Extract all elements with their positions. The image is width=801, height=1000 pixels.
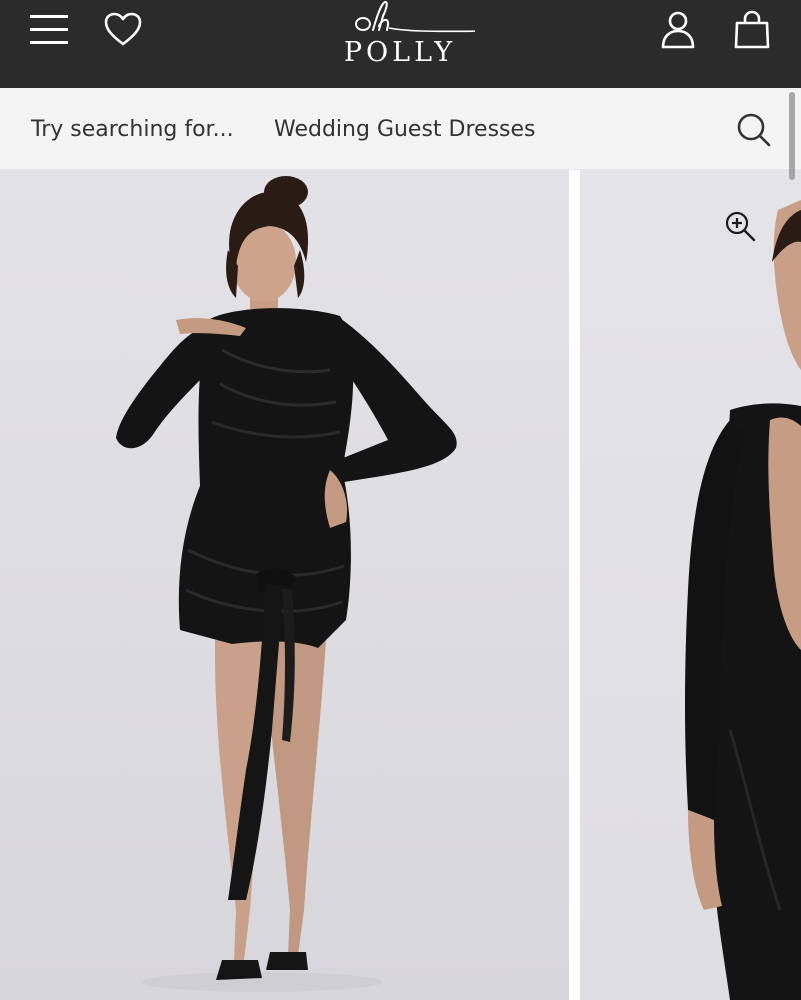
hamburger-menu-icon[interactable] [28,12,70,48]
search-suggestion[interactable]: Wedding Guest Dresses [274,117,536,142]
product-image-secondary[interactable] [580,170,801,1000]
product-image-main[interactable] [0,170,569,1000]
heart-icon[interactable] [103,11,143,49]
search-prompt-text: Try searching for... [31,117,234,142]
brand-logo[interactable]: POLLY [300,0,500,88]
brand-logo-wordmark: POLLY [343,37,457,68]
shopping-bag-icon[interactable] [733,10,771,50]
search-bar[interactable]: Try searching for... Wedding Guest Dress… [0,88,801,170]
zoom-in-icon[interactable] [724,210,756,242]
search-icon[interactable] [734,110,772,148]
top-header: POLLY [0,0,801,88]
page-scrollbar[interactable] [789,92,795,180]
product-image-gallery[interactable] [0,170,801,1000]
brand-logo-script [300,0,500,42]
user-account-icon[interactable] [660,10,696,50]
